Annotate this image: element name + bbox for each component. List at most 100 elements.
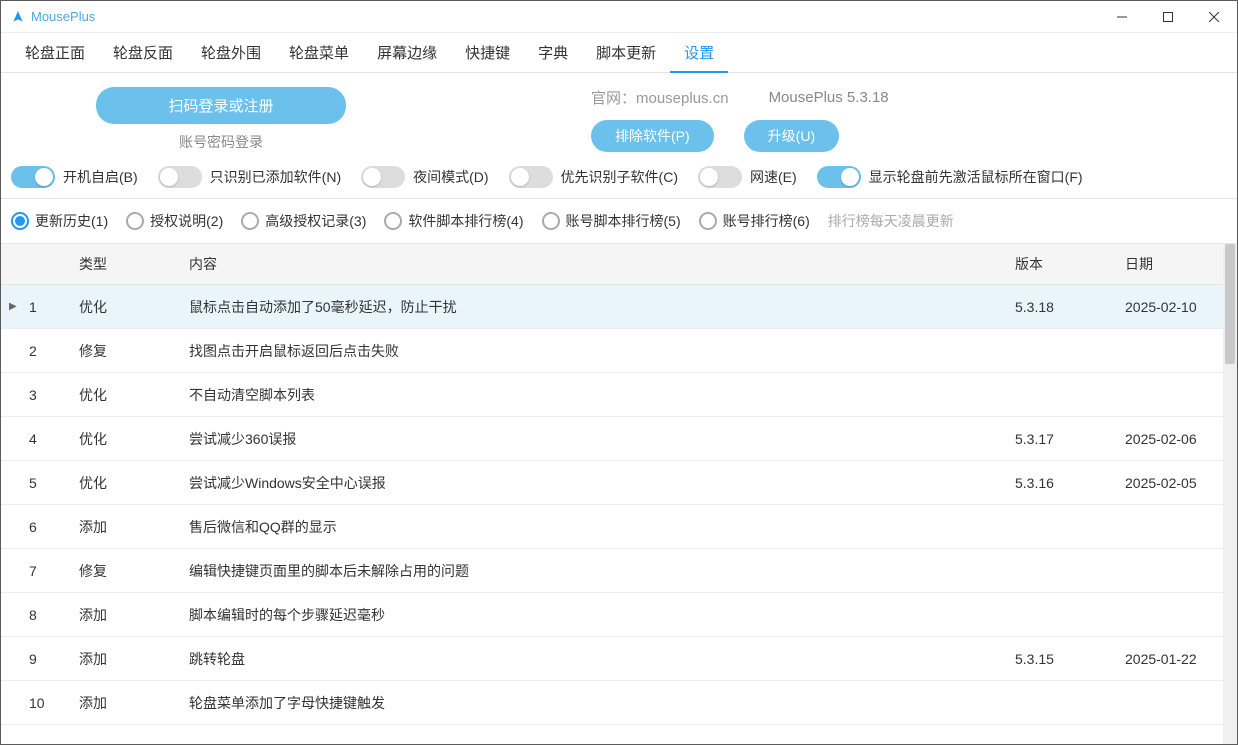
radio-2[interactable]: 高级授权记录(3) [241, 211, 366, 231]
menubar: 轮盘正面轮盘反面轮盘外围轮盘菜单屏幕边缘快捷键字典脚本更新设置 [1, 33, 1237, 73]
table-row[interactable]: ▶1优化鼠标点击自动添加了50毫秒延迟，防止干扰5.3.182025-02-10 [1, 285, 1237, 329]
row-marker [1, 473, 21, 493]
close-button[interactable] [1191, 1, 1237, 33]
cell-date [1117, 341, 1237, 361]
col-index[interactable] [21, 244, 71, 284]
cell-type: 添加 [71, 507, 181, 547]
minimize-button[interactable] [1099, 1, 1145, 33]
table-row[interactable]: 3优化不自动清空脚本列表 [1, 373, 1237, 417]
version-label: MousePlus 5.3.18 [769, 89, 889, 106]
table-row[interactable]: 4优化尝试减少360误报5.3.172025-02-06 [1, 417, 1237, 461]
cell-type: 添加 [71, 595, 181, 635]
radio-5[interactable]: 账号排行榜(6) [699, 211, 810, 231]
exclude-software-button[interactable]: 排除软件(P) [591, 120, 714, 152]
radio-circle-4[interactable] [542, 212, 560, 230]
toggle-switch-5[interactable] [817, 166, 861, 188]
toggle-1: 只识别已添加软件(N) [158, 166, 341, 188]
app-window: MousePlus 轮盘正面轮盘反面轮盘外围轮盘菜单屏幕边缘快捷键字典脚本更新设… [0, 0, 1238, 745]
toggle-label-2: 夜间模式(D) [413, 167, 488, 187]
col-content[interactable]: 内容 [181, 244, 1007, 284]
toggle-label-0: 开机自启(B) [63, 167, 138, 187]
cell-type: 修复 [71, 331, 181, 371]
toggle-switch-1[interactable] [158, 166, 202, 188]
vertical-scrollbar[interactable] [1223, 244, 1237, 744]
toggle-0: 开机自启(B) [11, 166, 138, 188]
cell-index: 1 [21, 289, 71, 325]
table-row[interactable]: 6添加售后微信和QQ群的显示 [1, 505, 1237, 549]
cell-content: 尝试减少360误报 [181, 419, 1007, 459]
radio-3[interactable]: 软件脚本排行榜(4) [384, 211, 523, 231]
radio-circle-5[interactable] [699, 212, 717, 230]
cell-version [1007, 693, 1117, 713]
toggle-5: 显示轮盘前先激活鼠标所在窗口(F) [817, 166, 1083, 188]
cell-date [1117, 561, 1237, 581]
radio-1[interactable]: 授权说明(2) [126, 211, 223, 231]
toggle-switch-4[interactable] [698, 166, 742, 188]
cell-version [1007, 605, 1117, 625]
maximize-button[interactable] [1145, 1, 1191, 33]
radio-0[interactable]: 更新历史(1) [11, 211, 108, 231]
official-site-label[interactable]: 官网：mouseplus.cn [591, 87, 729, 108]
col-date[interactable]: 日期 [1117, 244, 1237, 284]
cell-version: 5.3.16 [1007, 465, 1117, 501]
menu-8[interactable]: 设置 [670, 34, 728, 73]
menu-6[interactable]: 字典 [524, 34, 582, 71]
cell-type: 优化 [71, 287, 181, 327]
radio-label-5: 账号排行榜(6) [723, 211, 810, 231]
radio-4[interactable]: 账号脚本排行榜(5) [542, 211, 681, 231]
row-marker: ▶ [1, 291, 21, 322]
menu-3[interactable]: 轮盘菜单 [275, 34, 363, 71]
menu-1[interactable]: 轮盘反面 [99, 34, 187, 71]
cell-version [1007, 341, 1117, 361]
menu-4[interactable]: 屏幕边缘 [363, 34, 451, 71]
titlebar[interactable]: MousePlus [1, 1, 1237, 33]
toggle-2: 夜间模式(D) [361, 166, 488, 188]
toggle-row: 开机自启(B) 只识别已添加软件(N) 夜间模式(D) 优先识别子软件(C) 网速(E)… [1, 160, 1237, 199]
cell-content: 轮盘菜单添加了字母快捷键触发 [181, 683, 1007, 723]
radio-row: 更新历史(1) 授权说明(2) 高级授权记录(3) 软件脚本排行榜(4) 账号脚本排行榜… [1, 199, 1237, 244]
password-login-link[interactable]: 账号密码登录 [179, 132, 263, 152]
toggle-label-3: 优先识别子软件(C) [561, 167, 678, 187]
toggle-switch-0[interactable] [11, 166, 55, 188]
cell-content: 不自动清空脚本列表 [181, 375, 1007, 415]
radio-label-2: 高级授权记录(3) [265, 211, 366, 231]
col-type[interactable]: 类型 [71, 244, 181, 284]
table-row[interactable]: 9添加跳转轮盘5.3.152025-01-22 [1, 637, 1237, 681]
cell-version: 5.3.18 [1007, 289, 1117, 325]
radio-circle-3[interactable] [384, 212, 402, 230]
radio-circle-1[interactable] [126, 212, 144, 230]
row-marker [1, 649, 21, 669]
col-version[interactable]: 版本 [1007, 244, 1117, 284]
toggle-switch-3[interactable] [509, 166, 553, 188]
cell-index: 10 [21, 685, 71, 721]
cell-date: 2025-02-10 [1117, 289, 1237, 325]
cell-type: 优化 [71, 375, 181, 415]
cell-content: 跳转轮盘 [181, 639, 1007, 679]
toggle-switch-2[interactable] [361, 166, 405, 188]
scan-login-button[interactable]: 扫码登录或注册 [96, 87, 346, 124]
row-marker [1, 605, 21, 625]
menu-5[interactable]: 快捷键 [451, 34, 524, 71]
table-row[interactable]: 5优化尝试减少Windows安全中心误报5.3.162025-02-05 [1, 461, 1237, 505]
table-row[interactable]: 7修复编辑快捷键页面里的脚本后未解除占用的问题 [1, 549, 1237, 593]
table-row[interactable]: 8添加脚本编辑时的每个步骤延迟毫秒 [1, 593, 1237, 637]
upgrade-button[interactable]: 升级(U) [744, 120, 839, 152]
cell-version [1007, 561, 1117, 581]
scrollbar-thumb[interactable] [1225, 244, 1235, 364]
row-marker [1, 429, 21, 449]
radio-circle-0[interactable] [11, 212, 29, 230]
table-row[interactable]: 2修复找图点击开启鼠标返回后点击失败 [1, 329, 1237, 373]
menu-0[interactable]: 轮盘正面 [11, 34, 99, 71]
menu-7[interactable]: 脚本更新 [582, 34, 670, 71]
cell-content: 编辑快捷键页面里的脚本后未解除占用的问题 [181, 551, 1007, 591]
cell-index: 3 [21, 377, 71, 413]
radio-circle-2[interactable] [241, 212, 259, 230]
cell-content: 售后微信和QQ群的显示 [181, 507, 1007, 547]
toggle-label-4: 网速(E) [750, 167, 797, 187]
cell-date: 2025-02-06 [1117, 421, 1237, 457]
header-area: 扫码登录或注册 账号密码登录 官网：mouseplus.cn MousePlus… [1, 73, 1237, 160]
cell-type: 优化 [71, 463, 181, 503]
menu-2[interactable]: 轮盘外围 [187, 34, 275, 71]
radio-label-1: 授权说明(2) [150, 211, 223, 231]
table-row[interactable]: 10添加轮盘菜单添加了字母快捷键触发 [1, 681, 1237, 725]
